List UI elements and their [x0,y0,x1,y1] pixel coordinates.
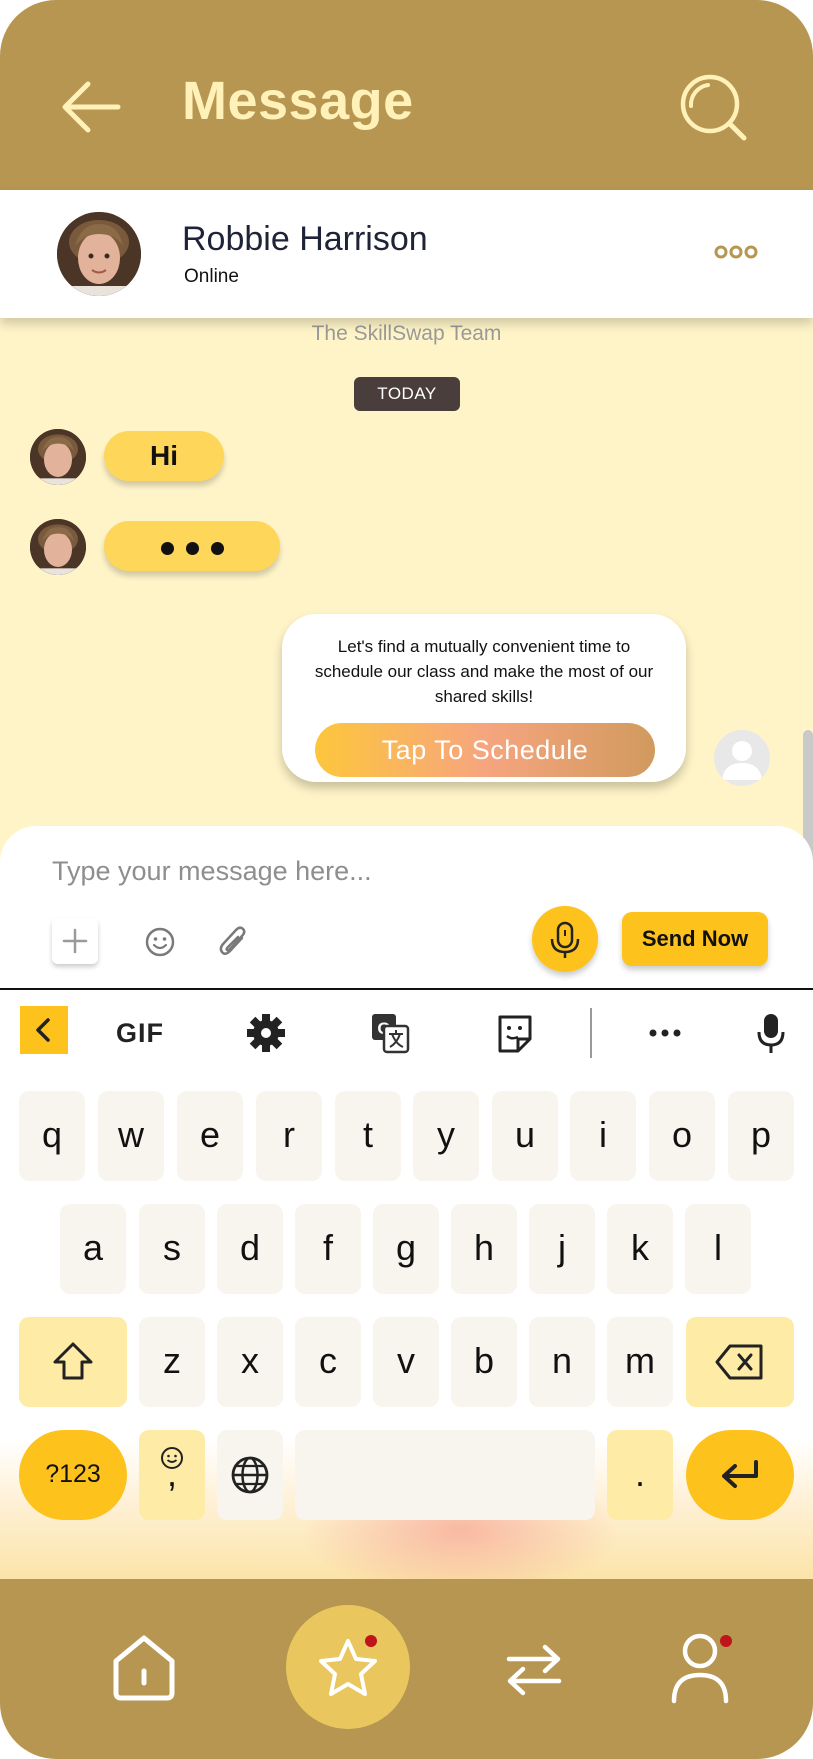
soft-keyboard: GIF G [0,988,813,1600]
voice-record-button[interactable] [532,906,598,972]
key-q[interactable]: q [19,1091,85,1181]
sender-avatar[interactable] [30,519,86,575]
my-avatar[interactable] [714,730,770,786]
microphone-icon [550,921,580,958]
language-key[interactable] [217,1430,283,1520]
key-m[interactable]: m [607,1317,673,1407]
key-r[interactable]: r [256,1091,322,1181]
typing-indicator [104,521,280,571]
schedule-card-text: Let's find a mutually convenient time to… [314,637,654,706]
contact-avatar[interactable] [57,212,141,296]
toolbar-divider [590,1008,592,1058]
schedule-card: Let's find a mutually convenient time to… [282,614,686,782]
key-t[interactable]: t [335,1091,401,1181]
shift-icon [53,1342,93,1380]
key-o[interactable]: o [649,1091,715,1181]
page-title: Message [182,71,414,131]
key-k[interactable]: k [607,1204,673,1294]
contact-bar: Robbie Harrison Online [0,190,813,318]
home-icon[interactable] [110,1633,178,1703]
key-z[interactable]: z [139,1317,205,1407]
date-chip: TODAY [354,377,460,411]
more-icon[interactable] [646,1008,684,1058]
translate-icon[interactable]: G [368,1008,412,1058]
bottom-nav [0,1579,813,1759]
key-i[interactable]: i [570,1091,636,1181]
key-a[interactable]: a [60,1204,126,1294]
key-y[interactable]: y [413,1091,479,1181]
enter-icon [722,1460,758,1488]
key-l[interactable]: l [685,1204,751,1294]
typing-dot [160,542,174,555]
gear-icon[interactable] [244,1008,288,1058]
message-composer: Send Now [0,826,813,988]
search-icon[interactable] [678,72,748,142]
backspace-icon [715,1344,763,1380]
team-label: The SkillSwap Team [311,322,502,345]
key-v[interactable]: v [373,1317,439,1407]
notification-dot [720,1635,732,1647]
emoji-icon[interactable] [144,926,176,958]
key-d[interactable]: d [217,1204,283,1294]
symbols-key[interactable]: ?123 [19,1430,127,1520]
back-arrow-icon[interactable] [60,78,122,136]
contact-name: Robbie Harrison [182,220,428,258]
globe-icon [231,1456,269,1494]
message-text: Hi [150,440,178,471]
add-attachment-button[interactable] [52,918,98,964]
keyboard-collapse-button[interactable] [20,1006,68,1054]
key-x[interactable]: x [217,1317,283,1407]
key-w[interactable]: w [98,1091,164,1181]
key-n[interactable]: n [529,1317,595,1407]
typing-dot [185,542,199,555]
app-screen: Message Robbie Harrison Online The Skill… [0,0,813,1759]
swap-icon[interactable] [503,1641,565,1699]
emoji-comma-key[interactable]: , [139,1430,205,1520]
sender-avatar[interactable] [30,429,86,485]
notification-dot [365,1635,377,1647]
more-options-icon[interactable] [714,244,758,260]
key-f[interactable]: f [295,1204,361,1294]
key-u[interactable]: u [492,1091,558,1181]
key-s[interactable]: s [139,1204,205,1294]
shift-key[interactable] [19,1317,127,1407]
app-header: Message [0,0,813,190]
chevron-left-icon [36,1018,50,1042]
paperclip-icon[interactable] [216,924,250,960]
chat-area[interactable]: The SkillSwap Team TODAY Hi Let's find a… [0,318,813,926]
key-e[interactable]: e [177,1091,243,1181]
key-j[interactable]: j [529,1204,595,1294]
gif-button[interactable]: GIF [116,1008,168,1058]
message-input[interactable] [50,850,754,892]
key-g[interactable]: g [373,1204,439,1294]
key-b[interactable]: b [451,1317,517,1407]
key-c[interactable]: c [295,1317,361,1407]
sticker-icon[interactable] [494,1008,536,1058]
comma-label: , [166,1453,177,1494]
spacebar[interactable] [295,1430,595,1520]
key-p[interactable]: p [728,1091,794,1181]
favorites-nav-button[interactable] [286,1605,410,1729]
key-h[interactable]: h [451,1204,517,1294]
send-now-button[interactable]: Send Now [622,912,768,966]
enter-key[interactable] [686,1430,794,1520]
voice-input-icon[interactable] [754,1008,788,1058]
backspace-key[interactable] [686,1317,794,1407]
message-bubble: Hi [104,431,224,481]
contact-status: Online [184,266,239,287]
typing-dot [210,542,224,555]
period-key[interactable]: . [607,1430,673,1520]
tap-to-schedule-button[interactable]: Tap To Schedule [315,723,655,777]
